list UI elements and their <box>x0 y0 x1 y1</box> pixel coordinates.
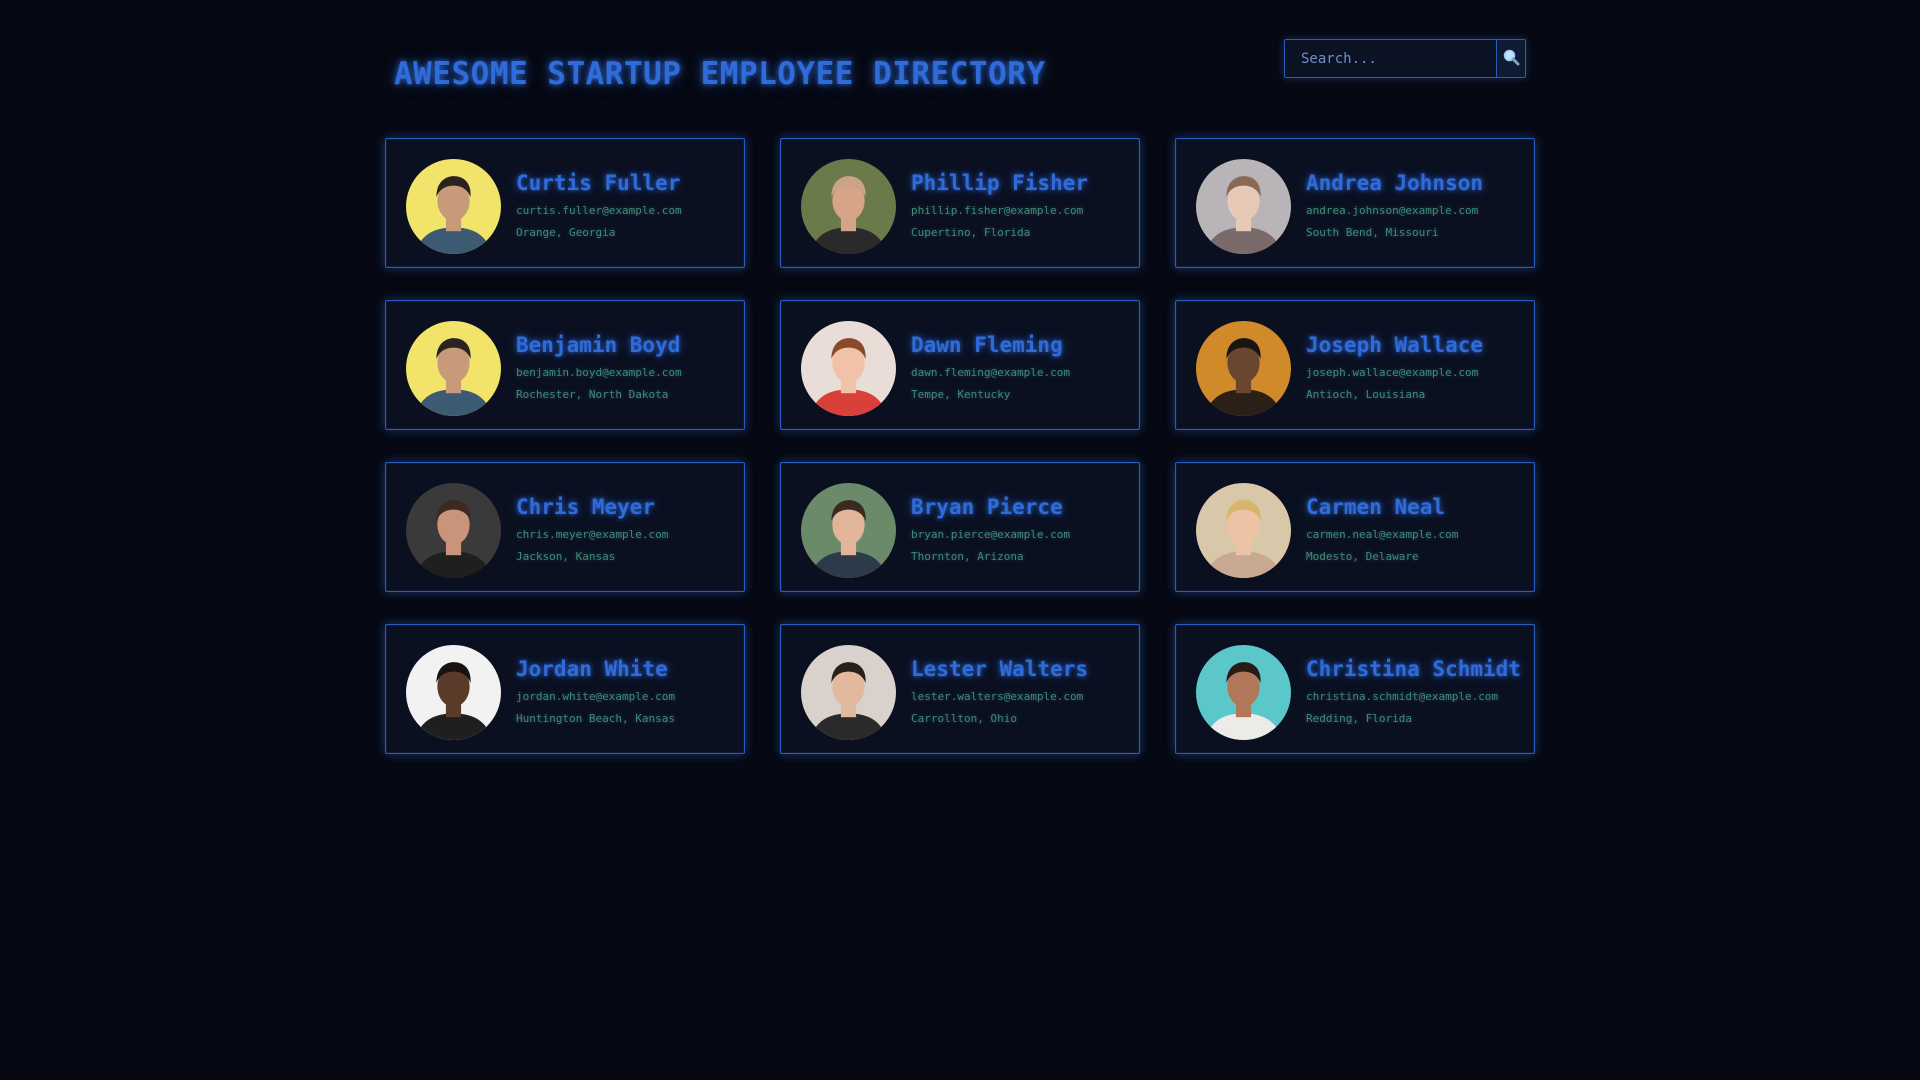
employee-email: lester.walters@example.com <box>911 690 1084 703</box>
employee-location: Huntington Beach, Kansas <box>516 712 675 725</box>
employee-name: Lester Walters <box>911 657 1089 681</box>
employee-email: carmen.neal@example.com <box>1306 528 1459 541</box>
page-header: AWESOME STARTUP EMPLOYEE DIRECTORY <box>385 36 1535 106</box>
employee-avatar <box>406 645 501 740</box>
employee-grid: Curtis Fuller curtis.fuller@example.com … <box>385 138 1535 754</box>
employee-email: christina.schmidt@example.com <box>1306 690 1499 703</box>
employee-location: South Bend, Missouri <box>1306 226 1439 239</box>
employee-avatar <box>406 159 501 254</box>
employee-info: Phillip Fisher phillip.fisher@example.co… <box>911 171 1088 239</box>
employee-avatar <box>406 321 501 416</box>
employee-card[interactable]: Benjamin Boyd benjamin.boyd@example.com … <box>385 300 745 430</box>
employee-email: joseph.wallace@example.com <box>1306 366 1479 379</box>
page-title: AWESOME STARTUP EMPLOYEE DIRECTORY <box>394 56 1046 92</box>
employee-card[interactable]: Dawn Fleming dawn.fleming@example.com Te… <box>780 300 1140 430</box>
employee-card[interactable]: Bryan Pierce bryan.pierce@example.com Th… <box>780 462 1140 592</box>
employee-name: Jordan White <box>516 657 668 681</box>
employee-info: Andrea Johnson andrea.johnson@example.co… <box>1306 171 1483 239</box>
employee-location: Tempe, Kentucky <box>911 388 1011 401</box>
employee-avatar <box>1196 483 1291 578</box>
employee-card[interactable]: Phillip Fisher phillip.fisher@example.co… <box>780 138 1140 268</box>
employee-location: Jackson, Kansas <box>516 550 616 563</box>
employee-info: Carmen Neal carmen.neal@example.com Mode… <box>1306 495 1458 563</box>
employee-card[interactable]: Carmen Neal carmen.neal@example.com Mode… <box>1175 462 1535 592</box>
employee-location: Rochester, North Dakota <box>516 388 669 401</box>
employee-email: phillip.fisher@example.com <box>911 204 1084 217</box>
employee-name: Curtis Fuller <box>516 171 681 195</box>
employee-email: dawn.fleming@example.com <box>911 366 1070 379</box>
employee-info: Chris Meyer chris.meyer@example.com Jack… <box>516 495 668 563</box>
employee-location: Orange, Georgia <box>516 226 616 239</box>
employee-name: Joseph Wallace <box>1306 333 1484 357</box>
employee-info: Joseph Wallace joseph.wallace@example.co… <box>1306 333 1483 401</box>
employee-avatar <box>801 321 896 416</box>
employee-avatar <box>1196 321 1291 416</box>
employee-name: Dawn Fleming <box>911 333 1063 357</box>
search-input[interactable] <box>1285 40 1496 77</box>
employee-name: Bryan Pierce <box>911 495 1063 519</box>
employee-name: Chris Meyer <box>516 495 656 519</box>
employee-card[interactable]: Lester Walters lester.walters@example.co… <box>780 624 1140 754</box>
employee-info: Lester Walters lester.walters@example.co… <box>911 657 1088 725</box>
employee-name: Benjamin Boyd <box>516 333 681 357</box>
employee-avatar <box>1196 159 1291 254</box>
employee-email: benjamin.boyd@example.com <box>516 366 682 379</box>
employee-card[interactable]: Jordan White jordan.white@example.com Hu… <box>385 624 745 754</box>
employee-card[interactable]: Joseph Wallace joseph.wallace@example.co… <box>1175 300 1535 430</box>
employee-avatar <box>801 645 896 740</box>
search-form <box>1284 39 1526 78</box>
employee-info: Bryan Pierce bryan.pierce@example.com Th… <box>911 495 1070 563</box>
employee-location: Thornton, Arizona <box>911 550 1024 563</box>
employee-card[interactable]: Curtis Fuller curtis.fuller@example.com … <box>385 138 745 268</box>
employee-location: Antioch, Louisiana <box>1306 388 1426 401</box>
employee-info: Jordan White jordan.white@example.com Hu… <box>516 657 675 725</box>
employee-avatar <box>1196 645 1291 740</box>
employee-avatar <box>406 483 501 578</box>
employee-email: jordan.white@example.com <box>516 690 675 703</box>
employee-card[interactable]: Christina Schmidt christina.schmidt@exam… <box>1175 624 1535 754</box>
employee-avatar <box>801 483 896 578</box>
employee-name: Andrea Johnson <box>1306 171 1484 195</box>
employee-card[interactable]: Chris Meyer chris.meyer@example.com Jack… <box>385 462 745 592</box>
employee-info: Curtis Fuller curtis.fuller@example.com … <box>516 171 682 239</box>
employee-info: Benjamin Boyd benjamin.boyd@example.com … <box>516 333 682 401</box>
employee-card[interactable]: Andrea Johnson andrea.johnson@example.co… <box>1175 138 1535 268</box>
employee-avatar <box>801 159 896 254</box>
employee-info: Dawn Fleming dawn.fleming@example.com Te… <box>911 333 1070 401</box>
search-button[interactable] <box>1496 40 1525 77</box>
employee-name: Christina Schmidt <box>1306 657 1521 681</box>
employee-email: curtis.fuller@example.com <box>516 204 682 217</box>
employee-info: Christina Schmidt christina.schmidt@exam… <box>1306 657 1521 725</box>
employee-email: bryan.pierce@example.com <box>911 528 1070 541</box>
employee-location: Cupertino, Florida <box>911 226 1031 239</box>
employee-location: Modesto, Delaware <box>1306 550 1419 563</box>
employee-location: Redding, Florida <box>1306 712 1412 725</box>
employee-email: andrea.johnson@example.com <box>1306 204 1479 217</box>
search-icon <box>1502 48 1520 69</box>
employee-email: chris.meyer@example.com <box>516 528 669 541</box>
employee-name: Phillip Fisher <box>911 171 1089 195</box>
employee-location: Carrollton, Ohio <box>911 712 1017 725</box>
employee-name: Carmen Neal <box>1306 495 1446 519</box>
